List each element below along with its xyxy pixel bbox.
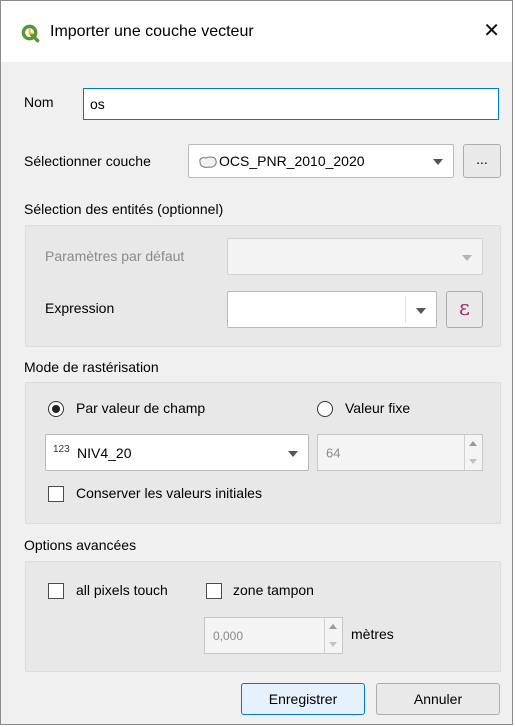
buffer-zone-checkbox[interactable] xyxy=(206,583,222,599)
field-combo-value: NIV4_20 xyxy=(77,444,132,461)
fixed-value-label[interactable]: Valeur fixe xyxy=(345,400,410,416)
fixed-value-spinbox-value: 64 xyxy=(326,445,341,460)
cancel-button[interactable]: Annuler xyxy=(376,683,500,715)
buffer-zone-label[interactable]: zone tampon xyxy=(233,582,314,598)
integer-field-type-badge: 123 xyxy=(53,444,70,455)
meters-unit-label: mètres xyxy=(351,626,394,642)
expression-builder-button[interactable]: ε xyxy=(446,291,483,328)
name-input[interactable] xyxy=(83,88,499,120)
keep-initial-values-checkbox[interactable] xyxy=(48,486,64,502)
layer-combo[interactable]: OCS_PNR_2010_2020 xyxy=(188,144,454,178)
feature-selection-title: Sélection des entités (optionnel) xyxy=(24,201,224,217)
defaults-combo[interactable] xyxy=(227,238,483,275)
advanced-options-title: Options avancées xyxy=(24,537,137,553)
title-bar: Importer une couche vecteur ✕ xyxy=(1,1,512,62)
spinbox-arrows[interactable] xyxy=(324,618,342,653)
polygon-layer-icon xyxy=(199,156,217,168)
spinbox-arrows[interactable] xyxy=(464,435,482,470)
all-pixels-touch-label[interactable]: all pixels touch xyxy=(76,582,168,598)
expression-combo[interactable] xyxy=(227,291,437,328)
select-layer-label: Sélectionner couche xyxy=(24,153,151,169)
chevron-down-icon xyxy=(288,450,298,457)
raster-mode-title: Mode de rastérisation xyxy=(24,359,159,375)
combo-divider xyxy=(405,296,406,323)
buffer-distance-value: 0,000 xyxy=(213,628,244,643)
field-combo[interactable]: 123 NIV4_20 xyxy=(45,434,309,471)
spin-up-icon[interactable] xyxy=(469,441,477,446)
keep-initial-values-label[interactable]: Conserver les valeurs initiales xyxy=(76,485,262,501)
all-pixels-touch-checkbox[interactable] xyxy=(48,583,64,599)
save-button[interactable]: Enregistrer xyxy=(241,683,365,715)
browse-button[interactable]: ... xyxy=(463,144,501,178)
by-field-label[interactable]: Par valeur de champ xyxy=(76,400,205,416)
buffer-distance-spinbox[interactable]: 0,000 xyxy=(204,617,343,654)
chevron-down-icon xyxy=(462,254,472,261)
chevron-down-icon xyxy=(416,307,426,314)
spin-down-icon[interactable] xyxy=(329,642,337,647)
by-field-radio[interactable] xyxy=(48,401,64,417)
import-vector-layer-dialog: Importer une couche vecteur ✕ Nom Sélect… xyxy=(0,0,513,725)
chevron-down-icon xyxy=(433,159,443,165)
spin-down-icon[interactable] xyxy=(469,459,477,464)
spin-up-icon[interactable] xyxy=(329,624,337,629)
dialog-title: Importer une couche vecteur xyxy=(50,23,254,40)
qgis-logo-icon xyxy=(21,24,40,43)
fixed-value-radio[interactable] xyxy=(317,401,333,417)
name-label: Nom xyxy=(24,94,54,110)
close-icon[interactable]: ✕ xyxy=(483,21,500,41)
defaults-label: Paramètres par défaut xyxy=(45,248,185,264)
expression-label: Expression xyxy=(45,300,115,316)
layer-combo-value: OCS_PNR_2010_2020 xyxy=(219,153,365,169)
fixed-value-spinbox[interactable]: 64 xyxy=(317,434,483,471)
